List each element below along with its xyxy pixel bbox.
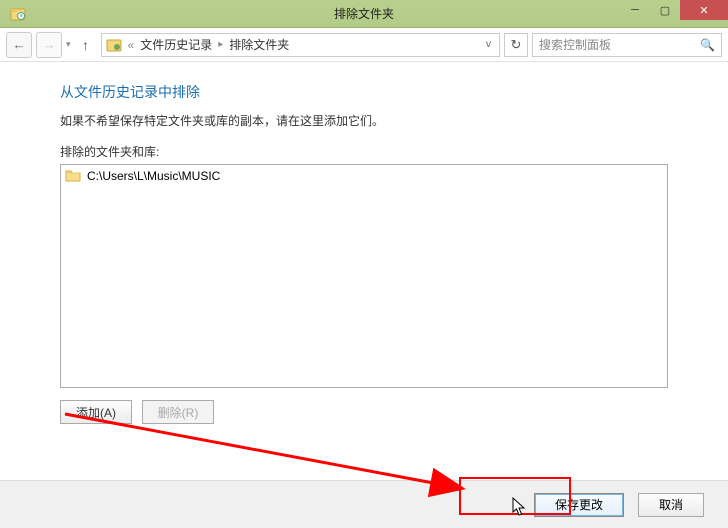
window-title: 排除文件夹 xyxy=(334,5,394,22)
history-dropdown-icon[interactable]: ▾ xyxy=(66,39,71,50)
list-label: 排除的文件夹和库: xyxy=(60,143,668,160)
list-item[interactable]: C:\Users\L\Music\MUSIC xyxy=(63,167,665,185)
breadcrumb-item-1[interactable]: 文件历史记录 xyxy=(140,36,212,53)
window-controls: ─ ▢ ✕ xyxy=(620,0,728,20)
chevron-right-icon: ▸ xyxy=(218,39,223,50)
address-bar[interactable]: « 文件历史记录 ▸ 排除文件夹 v xyxy=(101,33,500,57)
search-input[interactable]: 搜索控制面板 🔍 xyxy=(532,33,722,57)
titlebar: 排除文件夹 ─ ▢ ✕ xyxy=(0,0,728,28)
page-subtext: 如果不希望保存特定文件夹或库的副本，请在这里添加它们。 xyxy=(60,112,668,129)
back-button[interactable]: ← xyxy=(6,32,32,58)
close-button[interactable]: ✕ xyxy=(680,0,728,20)
content-area: 从文件历史记录中排除 如果不希望保存特定文件夹或库的副本，请在这里添加它们。 排… xyxy=(0,62,728,424)
folder-icon xyxy=(65,168,81,184)
add-button[interactable]: 添加(A) xyxy=(60,400,132,424)
excluded-listbox[interactable]: C:\Users\L\Music\MUSIC xyxy=(60,164,668,388)
navbar: ← → ▾ ↑ « 文件历史记录 ▸ 排除文件夹 v ↻ 搜索控制面板 🔍 xyxy=(0,28,728,62)
refresh-button[interactable]: ↻ xyxy=(504,33,528,57)
breadcrumb-item-2[interactable]: 排除文件夹 xyxy=(229,36,289,53)
search-icon: 🔍 xyxy=(700,38,715,52)
breadcrumb-prefix: « xyxy=(128,38,135,52)
minimize-button[interactable]: ─ xyxy=(620,0,650,20)
cancel-button[interactable]: 取消 xyxy=(638,493,704,517)
list-item-path: C:\Users\L\Music\MUSIC xyxy=(87,169,220,183)
address-dropdown-icon[interactable]: v xyxy=(482,39,495,50)
app-icon xyxy=(10,6,26,22)
save-button[interactable]: 保存更改 xyxy=(534,493,624,517)
footer-bar: 保存更改 取消 xyxy=(0,480,728,528)
search-placeholder: 搜索控制面板 xyxy=(539,36,611,53)
maximize-button[interactable]: ▢ xyxy=(650,0,680,20)
button-row: 添加(A) 删除(R) xyxy=(60,400,668,424)
page-heading: 从文件历史记录中排除 xyxy=(60,82,668,102)
up-button[interactable]: ↑ xyxy=(75,34,97,56)
forward-button: → xyxy=(36,32,62,58)
remove-button: 删除(R) xyxy=(142,400,214,424)
control-panel-icon xyxy=(106,37,122,53)
